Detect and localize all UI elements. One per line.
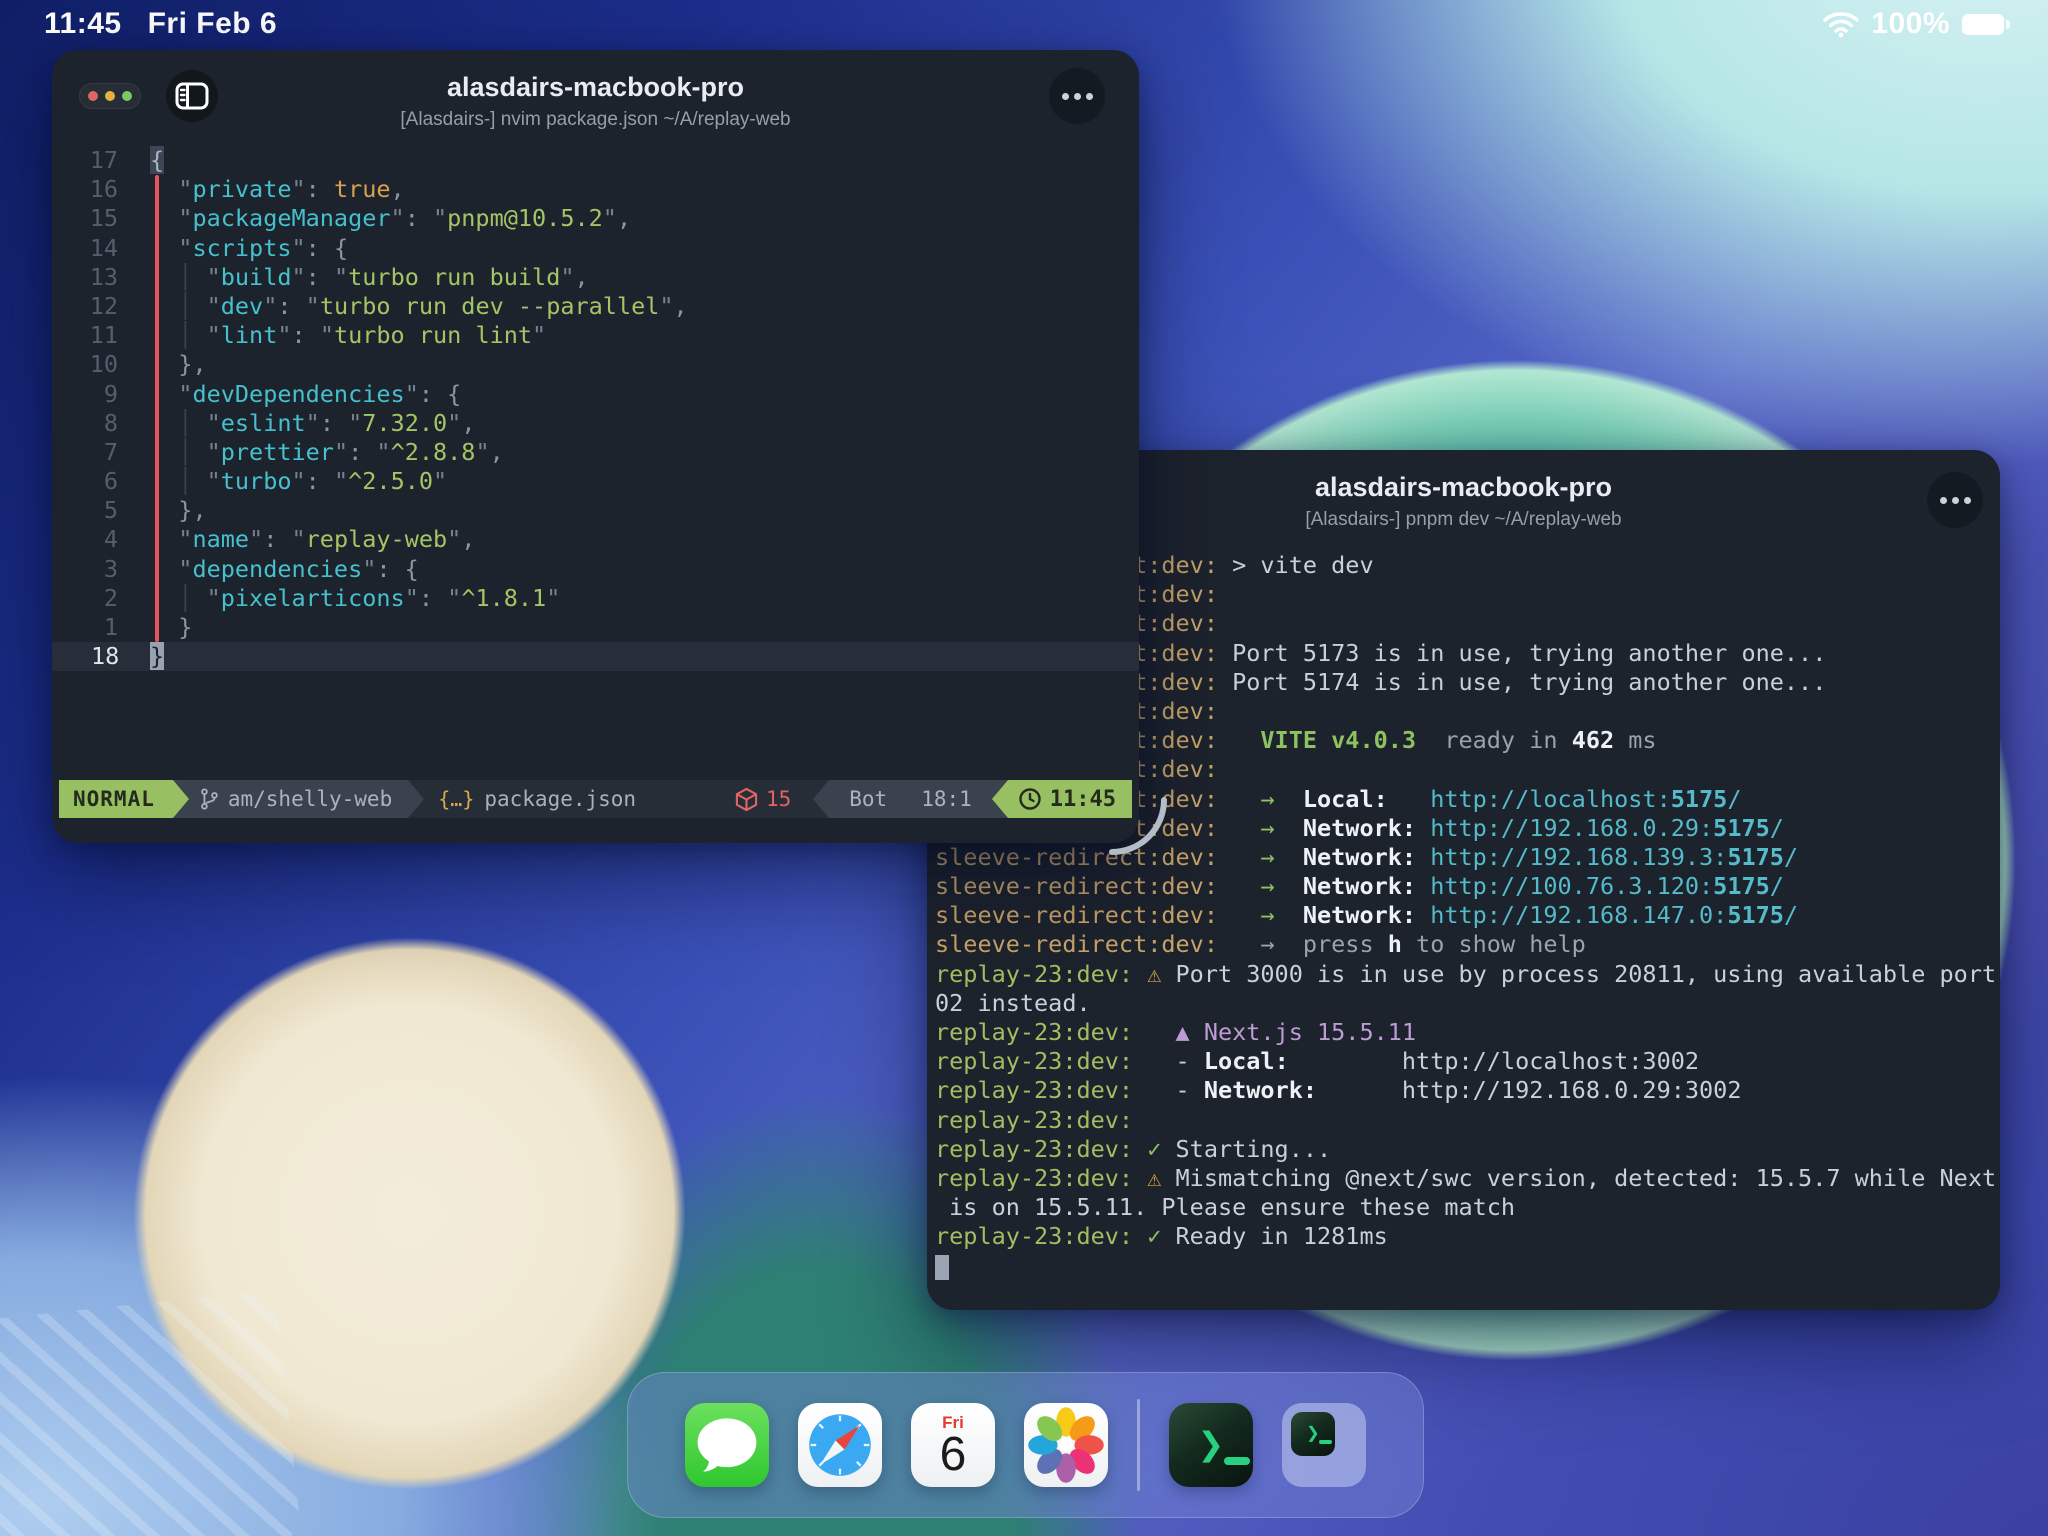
git-branch-segment: am/shelly-web bbox=[189, 780, 408, 818]
dock-app-calendar[interactable]: Fri 6 bbox=[911, 1403, 995, 1487]
dock-app-messages[interactable] bbox=[685, 1403, 769, 1487]
git-branch-icon bbox=[199, 786, 219, 812]
terminal-row: sleeve-redirect:dev: → Network: http://1… bbox=[935, 843, 2000, 872]
filename-segment: {…} package.json bbox=[424, 780, 650, 818]
close-light[interactable] bbox=[88, 91, 98, 101]
messages-icon bbox=[685, 1403, 769, 1487]
editor-line: 1 } bbox=[52, 613, 1139, 642]
terminal-row: sleeve-redirect:dev: → press h to show h… bbox=[935, 930, 2000, 959]
terminal-mini-icon: ❯ bbox=[1291, 1412, 1335, 1456]
scroll-indicator: Bot bbox=[849, 787, 887, 811]
status-clock: 11:45 bbox=[44, 7, 122, 41]
git-change-indicator bbox=[155, 175, 159, 642]
editor-line: 7 │ "prettier": "^2.8.8", bbox=[52, 438, 1139, 467]
editor-line: 15 "packageManager": "pnpm@10.5.2", bbox=[52, 204, 1139, 233]
calendar-date: 6 bbox=[911, 1427, 995, 1482]
nvim-editor[interactable]: 17{16 "private": true,15 "packageManager… bbox=[52, 146, 1139, 743]
terminal-row: replay-23:dev: ⚠ Port 3000 is in use by … bbox=[935, 960, 2000, 989]
wallpaper-stripes bbox=[0, 1289, 303, 1536]
dock-app-photos[interactable] bbox=[1024, 1403, 1108, 1487]
terminal-row: replay-23:dev: ▲ Next.js 15.5.11 bbox=[935, 1018, 2000, 1047]
battery-icon bbox=[1962, 14, 2004, 35]
terminal-row: replay-23:dev: ⚠ Mismatching @next/swc v… bbox=[935, 1164, 2000, 1193]
zoom-light[interactable] bbox=[122, 91, 132, 101]
wifi-icon bbox=[1823, 10, 1859, 38]
terminal-row: replay-23:dev: ✓ Ready in 1281ms bbox=[935, 1222, 2000, 1251]
status-date: Fri Feb 6 bbox=[148, 7, 278, 41]
diagnostics-segment: 15 bbox=[713, 780, 813, 818]
editor-line: 6 │ "turbo": "^2.5.0" bbox=[52, 467, 1139, 496]
json-file-icon: {…} bbox=[438, 787, 474, 811]
window-menu-button[interactable] bbox=[1049, 68, 1105, 124]
editor-line: 10 }, bbox=[52, 350, 1139, 379]
vim-mode-indicator: NORMAL bbox=[59, 780, 173, 818]
window-subtitle: [Alasdairs-] nvim package.json ~/A/repla… bbox=[52, 109, 1139, 131]
terminal-prompt-icon: ❯ bbox=[1306, 1423, 1319, 1445]
terminal-row: replay-23:dev: - Local: http://localhost… bbox=[935, 1047, 2000, 1076]
dock-recent-app-terminal[interactable]: ❯ bbox=[1282, 1403, 1366, 1487]
sidebar-toggle-button[interactable] bbox=[166, 70, 218, 122]
terminal-prompt-icon: ❯ bbox=[1198, 1423, 1225, 1467]
powerline-separator bbox=[813, 780, 829, 818]
powerline-separator bbox=[992, 780, 1008, 818]
dock-app-safari[interactable] bbox=[798, 1403, 882, 1487]
terminal-row: 02 instead. bbox=[935, 989, 2000, 1018]
dock: Fri 6 ❯ ❯ bbox=[627, 1372, 1424, 1518]
powerline-separator bbox=[173, 780, 189, 818]
editor-line: 4 "name": "replay-web", bbox=[52, 525, 1139, 554]
terminal-row: replay-23:dev: - Network: http://192.168… bbox=[935, 1076, 2000, 1105]
editor-line: 17{ bbox=[52, 146, 1139, 175]
git-branch-name: am/shelly-web bbox=[228, 787, 392, 811]
terminal-row: is on 15.5.11. Please ensure these match bbox=[935, 1193, 2000, 1222]
editor-line: 16 "private": true, bbox=[52, 175, 1139, 204]
window-traffic-lights[interactable] bbox=[79, 83, 141, 109]
powerline-separator bbox=[408, 780, 424, 818]
position-segment: Bot 18:1 bbox=[829, 780, 992, 818]
terminal-row: replay-23:dev: ✓ Starting... bbox=[935, 1135, 2000, 1164]
nvim-statusline: NORMAL am/shelly-web {…} package.json bbox=[59, 780, 1132, 818]
editor-line: 11 │ "lint": "turbo run lint" bbox=[52, 321, 1139, 350]
window-resize-indicator[interactable] bbox=[1106, 794, 1168, 856]
editor-line: 8 │ "eslint": "7.32.0", bbox=[52, 409, 1139, 438]
editor-line: 13 │ "build": "turbo run build", bbox=[52, 263, 1139, 292]
dock-app-terminal[interactable]: ❯ bbox=[1169, 1403, 1253, 1487]
battery-percent: 100% bbox=[1871, 7, 1950, 41]
filename: package.json bbox=[484, 787, 636, 811]
editor-line: 3 "dependencies": { bbox=[52, 555, 1139, 584]
clock-icon bbox=[1018, 787, 1042, 811]
terminal-row: sleeve-redirect:dev: → Network: http://1… bbox=[935, 872, 2000, 901]
photos-icon bbox=[1024, 1403, 1108, 1487]
editor-line: 18} bbox=[52, 642, 1139, 671]
dock-divider bbox=[1137, 1399, 1140, 1491]
terminal-row: sleeve-redirect:dev: → Network: http://1… bbox=[935, 901, 2000, 930]
editor-line: 2 │ "pixelarticons": "^1.8.1" bbox=[52, 584, 1139, 613]
terminal-row bbox=[935, 1252, 2000, 1281]
editor-line: 12 │ "dev": "turbo run dev --parallel", bbox=[52, 292, 1139, 321]
editor-line: 9 "devDependencies": { bbox=[52, 380, 1139, 409]
minimize-light[interactable] bbox=[105, 91, 115, 101]
terminal-window-nvim[interactable]: alasdairs-macbook-pro [Alasdairs-] nvim … bbox=[52, 50, 1139, 843]
terminal-row: replay-23:dev: bbox=[935, 1106, 2000, 1135]
editor-line: 5 }, bbox=[52, 496, 1139, 525]
editor-line: 14 "scripts": { bbox=[52, 234, 1139, 263]
window-menu-button[interactable] bbox=[1927, 472, 1983, 528]
safari-icon bbox=[798, 1403, 882, 1487]
package-icon bbox=[735, 787, 758, 812]
ios-status-bar: 11:45 Fri Feb 6 100% bbox=[0, 0, 2048, 48]
cursor-position: 18:1 bbox=[921, 787, 972, 811]
sidebar-icon bbox=[175, 81, 209, 111]
diagnostics-count: 15 bbox=[766, 787, 791, 811]
